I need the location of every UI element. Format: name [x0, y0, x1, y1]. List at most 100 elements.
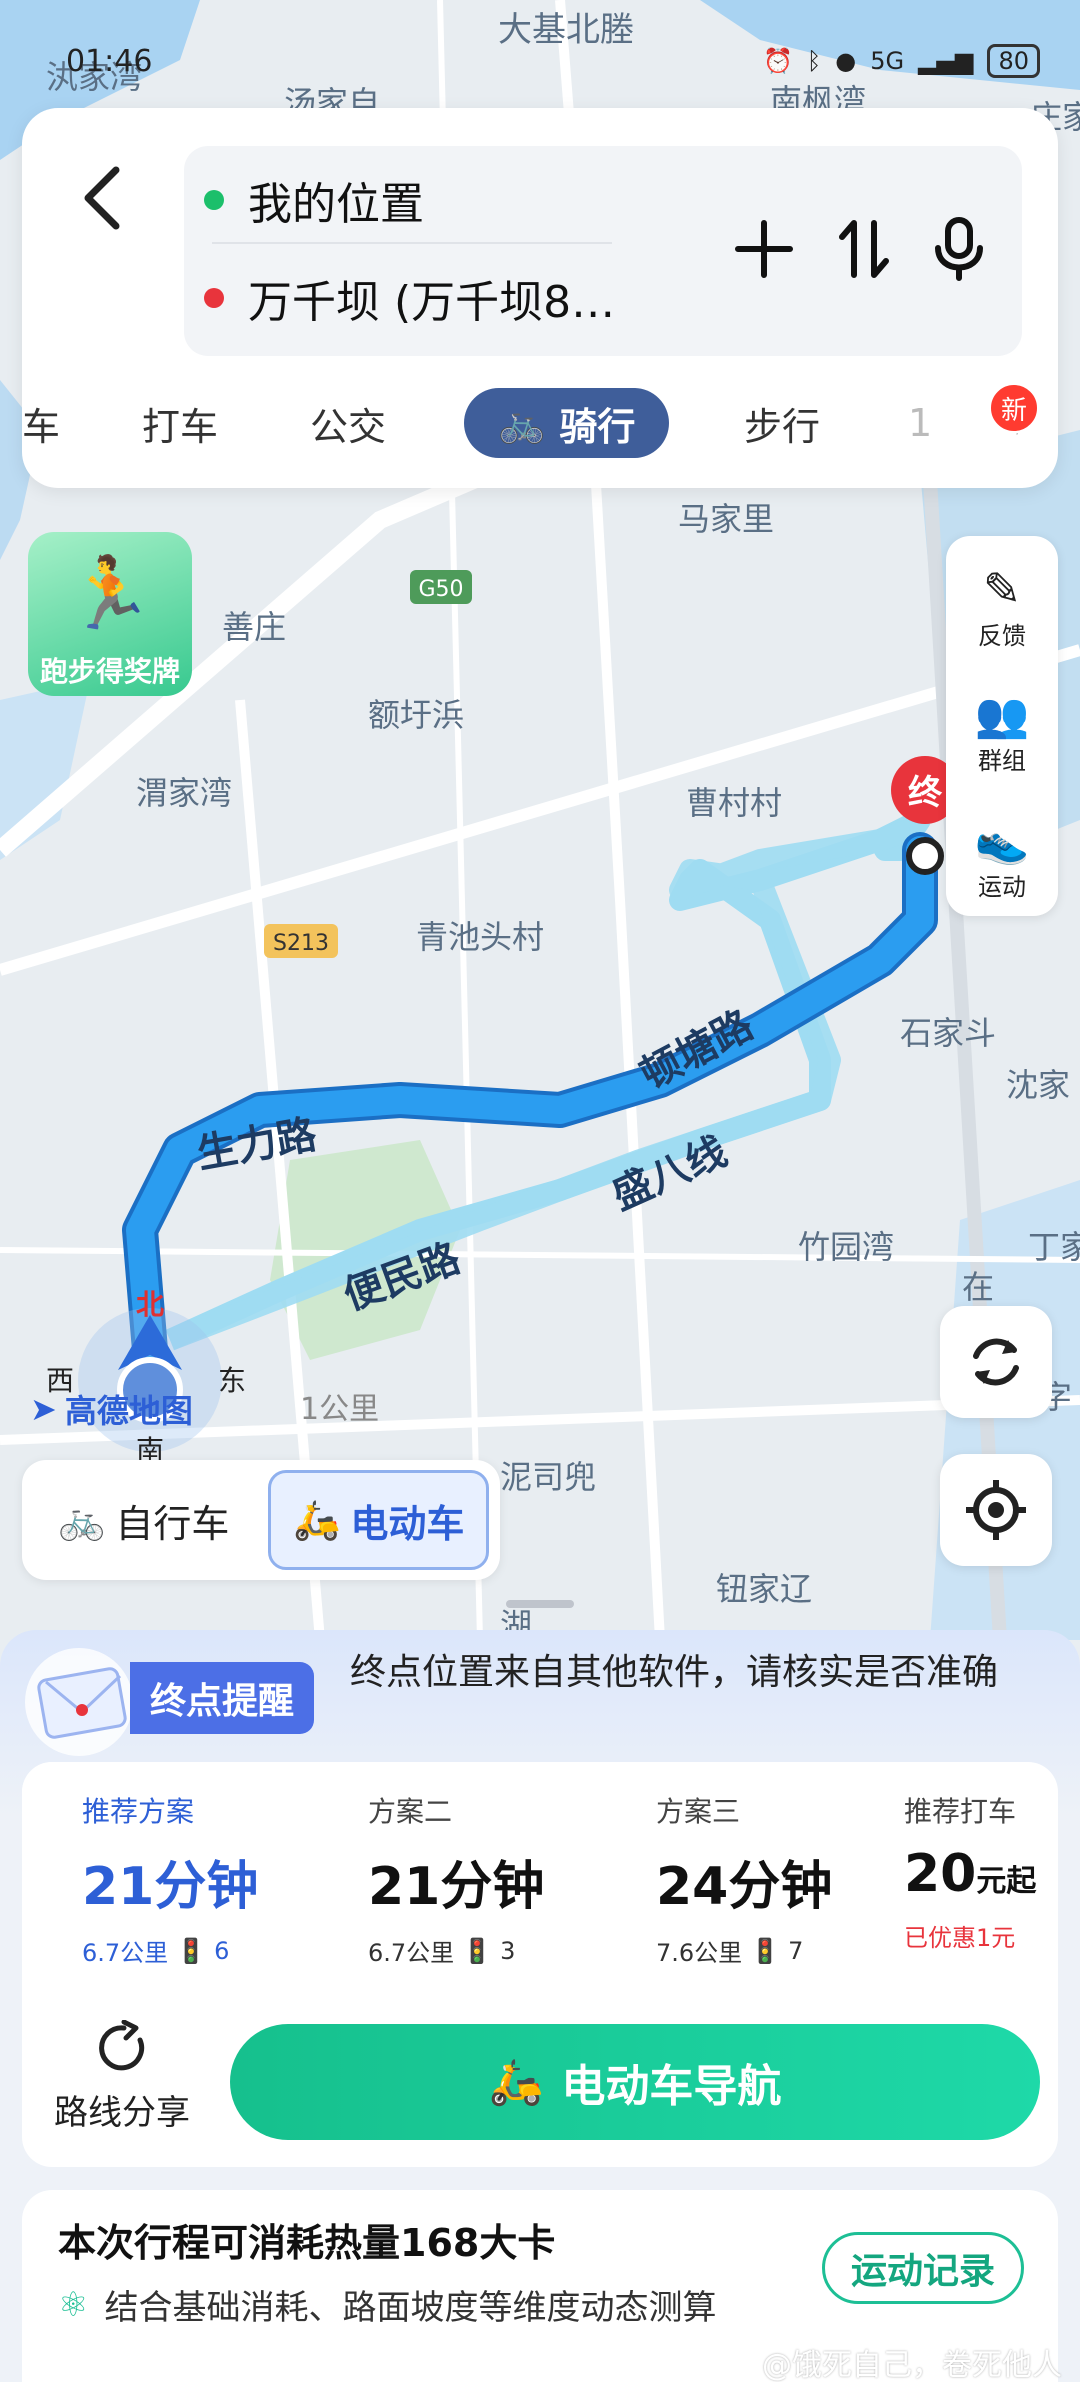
signal-label: 5G: [870, 47, 905, 75]
notice-badge: 终点提醒: [130, 1662, 315, 1734]
map-label: 泥司兜: [500, 1458, 597, 1496]
feedback-button[interactable]: ✎ 反馈: [946, 546, 1058, 666]
map-label: 曹村村: [686, 784, 783, 822]
alarm-icon: ⏰: [762, 47, 793, 75]
calorie-subtitle: ⚛ 结合基础消耗、路面坡度等维度动态测算: [58, 2280, 716, 2329]
vehicle-toggle: 🚲 自行车 🛵 电动车: [22, 1460, 500, 1580]
tab-cycling-label: 骑行: [559, 404, 636, 449]
promo-tile[interactable]: 🏃 跑步得奖牌: [28, 532, 192, 696]
map-label: 渭家湾: [136, 774, 233, 812]
tabs-expand-button[interactable]: 新: [982, 382, 1052, 456]
sport-record-button[interactable]: 运动记录: [821, 2232, 1024, 2304]
plan-time: 21分钟: [82, 1857, 259, 1917]
plan-time: 21分钟: [368, 1857, 545, 1917]
signal-icon: ▂▄▆: [918, 47, 974, 75]
feedback-label: 反馈: [978, 621, 1026, 650]
tab-taxi[interactable]: 打车: [142, 388, 218, 458]
tab-more[interactable]: 1: [908, 388, 932, 458]
tab-car[interactable]: 车: [22, 388, 60, 458]
mic-icon[interactable]: [934, 216, 984, 282]
route-tools: [734, 216, 984, 282]
map-label: 石家斗: [900, 1014, 997, 1052]
plan-distance: 6.7公里: [368, 1939, 455, 1967]
share-route-button[interactable]: 路线分享: [52, 2019, 192, 2134]
compass-north: 北: [136, 1288, 164, 1321]
group-icon: 👥: [974, 689, 1030, 741]
map-label: 青池头村: [416, 918, 545, 956]
status-bar: 01:46 ⏰ ᛒ ● 5G ▂▄▆ 80: [0, 0, 1080, 110]
sport-button[interactable]: 👟 运动: [946, 798, 1058, 918]
locate-icon: [966, 1480, 1026, 1540]
plan-distance: 6.7公里: [82, 1939, 169, 1967]
input-divider: [212, 242, 612, 244]
plan-lights: 3: [500, 1936, 516, 1965]
vehicle-ebike[interactable]: 🛵 电动车: [268, 1470, 490, 1570]
side-toolbar: ✎ 反馈 👥 群组 👟 运动: [946, 536, 1058, 916]
start-navigation-button[interactable]: 🛵 电动车导航: [230, 2024, 1040, 2140]
share-icon: [99, 2019, 145, 2071]
tab-cycling[interactable]: 🚲 骑行: [464, 388, 670, 458]
back-arrow-icon: [84, 166, 120, 230]
map-label: 在: [962, 1268, 995, 1306]
route-plans-card: 推荐方案 21分钟 6.7公里 🚦 6 方案二 21分钟 6.7公里 🚦 3 方案三 2…: [22, 1762, 1058, 2167]
battery-icon: 80: [987, 44, 1040, 78]
run-icon: 👟: [974, 815, 1030, 867]
taxi-unit: 元起: [976, 1864, 1037, 1899]
scooter-icon: 🛵: [293, 1497, 341, 1542]
road-shield-s213: S213: [273, 931, 329, 956]
runners-icon: 🏃: [66, 552, 154, 634]
traffic-light-icon: 🚦: [176, 1936, 207, 1965]
taxi-discount: 已优惠1元: [904, 1924, 1016, 1952]
swap-icon[interactable]: [838, 217, 890, 281]
vehicle-bicycle[interactable]: 🚲 自行车: [58, 1470, 229, 1570]
traffic-light-icon: 🚦: [462, 1936, 493, 1965]
tab-transit[interactable]: 公交: [310, 388, 386, 458]
new-badge: 新: [988, 382, 1040, 434]
plan-option-1[interactable]: 推荐方案 21分钟 6.7公里 🚦 6: [82, 1790, 342, 1968]
status-right: ⏰ ᛒ ● 5G ▂▄▆ 80: [763, 44, 1040, 78]
map-scale: 1公里: [300, 1392, 380, 1427]
group-label: 群组: [978, 746, 1026, 775]
brand-arrow-icon: ➤: [30, 1390, 57, 1428]
mode-tabs: 车 打车 公交 🚲 骑行 步行 1 新: [22, 378, 1058, 468]
vehicle-ebike-label: 电动车: [350, 1501, 465, 1546]
origin-dot-icon: [204, 190, 224, 210]
vehicle-bicycle-label: 自行车: [115, 1501, 230, 1546]
plan-option-3[interactable]: 方案三 24分钟 7.6公里 🚦 7: [656, 1790, 916, 1968]
refresh-route-button[interactable]: [940, 1306, 1052, 1418]
plan-distance: 7.6公里: [656, 1939, 743, 1967]
route-inputs: 我的位置 万千坝 (万千坝8…: [184, 146, 1022, 356]
group-button[interactable]: 👥 群组: [946, 672, 1058, 792]
plus-icon[interactable]: [734, 219, 794, 279]
calorie-sub-text: 结合基础消耗、路面坡度等维度动态测算: [104, 2288, 717, 2328]
locate-button[interactable]: [940, 1454, 1052, 1566]
destination-dot-icon: [204, 288, 224, 308]
share-label: 路线分享: [54, 2093, 190, 2133]
calorie-title: 本次行程可消耗热量168大卡: [58, 2221, 556, 2265]
destination-field[interactable]: 万千坝 (万千坝8…: [204, 258, 615, 338]
route-search-card: 我的位置 万千坝 (万千坝8… 车 打车 公交 🚲 骑行 步行 1 新: [22, 108, 1058, 488]
map-label: 丁家: [1028, 1228, 1080, 1266]
sheet-drag-handle[interactable]: [506, 1600, 574, 1608]
bluetooth-icon: ᛒ: [806, 47, 822, 75]
back-button[interactable]: [62, 148, 142, 248]
bike-icon: 🚲: [498, 400, 546, 445]
plan-lights: 6: [214, 1936, 230, 1965]
taxi-price: 20: [904, 1844, 977, 1904]
map-label: 善庄: [222, 608, 287, 646]
plan-label: 方案三: [656, 1795, 741, 1828]
origin-text: 我的位置: [248, 179, 424, 230]
map-label: 额圩浜: [368, 696, 465, 734]
origin-field[interactable]: 我的位置: [204, 160, 424, 240]
promo-label: 跑步得奖牌: [39, 655, 180, 688]
watermark: @饿死自己，卷死他人: [762, 2348, 1062, 2382]
location-icon: ●: [835, 47, 857, 75]
sport-label: 运动: [978, 872, 1026, 901]
plan-option-2[interactable]: 方案二 21分钟 6.7公里 🚦 3: [368, 1790, 628, 1968]
tab-walk[interactable]: 步行: [744, 388, 820, 458]
taxi-option[interactable]: 推荐打车 20元起 已优惠1元: [904, 1790, 1064, 1953]
map-label: 竹园湾: [798, 1228, 895, 1266]
taxi-label: 推荐打车: [904, 1795, 1017, 1828]
map-label: 沈家: [1006, 1066, 1071, 1104]
status-time: 01:46: [66, 44, 153, 79]
